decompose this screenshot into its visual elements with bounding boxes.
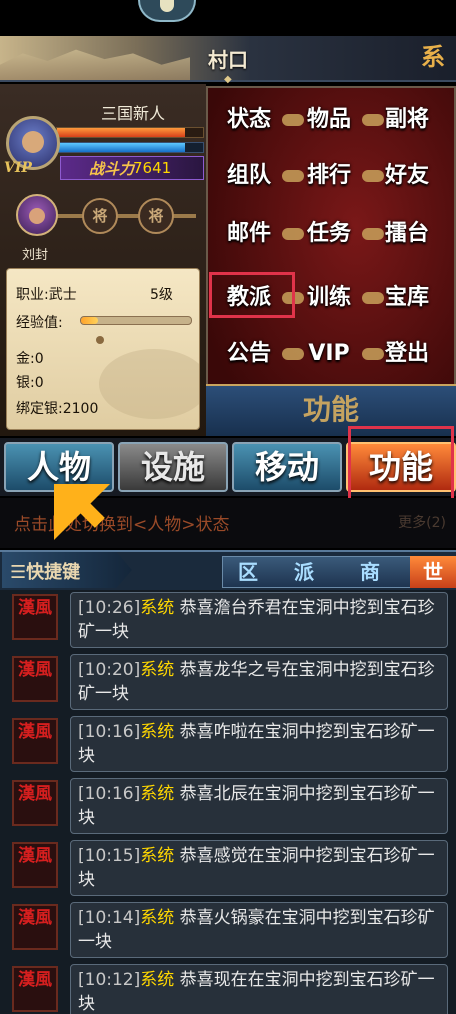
server-badge-icon: 漢風 (12, 594, 58, 640)
message-time: [10:15] (78, 846, 141, 866)
tab-move[interactable]: 移动 (232, 442, 342, 492)
general-slot-1[interactable]: 将 (82, 198, 118, 234)
shortcut-label: 快捷键 (26, 562, 81, 583)
pointer-arrow-icon (54, 484, 110, 540)
server-badge-icon: 漢風 (12, 904, 58, 950)
message-text: [10:20]系统 恭喜龙华之号在宝洞中挖到宝石珍矿一块 (78, 658, 444, 706)
function-footer-label: 功能 (302, 393, 359, 426)
server-badge-icon: 漢風 (12, 718, 58, 764)
chat-message[interactable]: 漢風 [10:20]系统 恭喜龙华之号在宝洞中挖到宝石珍矿一块 (0, 652, 456, 714)
function-button-14[interactable]: 登出 (374, 334, 440, 374)
general-slot-2[interactable]: 将 (138, 198, 174, 234)
message-channel: 系统 (140, 908, 175, 928)
function-button-5[interactable]: 好友 (374, 156, 440, 196)
chat-message[interactable]: 漢風 [10:15]系统 恭喜感觉在宝洞中挖到宝石珍矿一块 (0, 838, 456, 900)
shortcut-title[interactable]: ☰快捷键 (10, 558, 80, 584)
message-time: [10:12] (78, 970, 141, 990)
more-link[interactable]: 更多(2) (398, 512, 446, 532)
function-button-6[interactable]: 邮件 (216, 214, 282, 254)
message-text: [10:12]系统 恭喜现在在宝洞中挖到宝石珍矿一块 (78, 968, 444, 1014)
sect-highlight (209, 272, 295, 318)
server-badge-icon: 漢風 (12, 656, 58, 702)
chat-message[interactable]: 漢風 [10:16]系统 恭喜咋啦在宝洞中挖到宝石珍矿一块 (0, 714, 456, 776)
function-button-4[interactable]: 排行 (296, 156, 362, 196)
function-button-12[interactable]: 公告 (216, 334, 282, 374)
game-logo-icon (138, 0, 196, 22)
chat-message[interactable]: 漢風 [10:26]系统 恭喜澹台乔君在宝洞中挖到宝石珍矿一块 (0, 590, 456, 652)
general-avatar[interactable] (16, 194, 58, 236)
exp-label: 经验值: (16, 315, 63, 331)
message-text: [10:16]系统 恭喜咋啦在宝洞中挖到宝石珍矿一块 (78, 720, 444, 768)
hp-bar (56, 127, 204, 138)
function-tab-highlight (348, 426, 454, 508)
message-text: [10:16]系统 恭喜北辰在宝洞中挖到宝石珍矿一块 (78, 782, 444, 830)
vip-badge: VIP (4, 160, 32, 176)
chat-tab-sect[interactable]: 派 (284, 556, 324, 588)
function-button-13[interactable]: VIP (296, 334, 362, 374)
game-screen: 村口 ◆ 系 三国新人 VIP 战斗力 7641 将 将 刘封 职业:武士 5级… (0, 0, 456, 1014)
function-button-11[interactable]: 宝库 (374, 278, 440, 318)
exp-fill (81, 317, 98, 324)
bound-silver-label: 绑定银:2100 (16, 401, 99, 417)
message-channel: 系统 (140, 970, 175, 990)
combat-power-box: 战斗力 7641 (60, 156, 204, 180)
function-button-8[interactable]: 擂台 (374, 214, 440, 254)
server-badge-icon: 漢風 (12, 966, 58, 1012)
chat-tab-world[interactable]: 世 (410, 556, 456, 588)
message-channel: 系统 (140, 598, 175, 618)
message-time: [10:26] (78, 598, 141, 618)
function-button-1[interactable]: 物品 (296, 100, 362, 140)
combat-power-label: 战斗力 (89, 160, 135, 178)
message-time: [10:20] (78, 660, 141, 680)
chat-message[interactable]: 漢風 [10:12]系统 恭喜现在在宝洞中挖到宝石珍矿一块 (0, 962, 456, 1014)
chat-tab-trade[interactable]: 商 (350, 556, 390, 588)
chat-message-list[interactable]: 漢風 [10:26]系统 恭喜澹台乔君在宝洞中挖到宝石珍矿一块 漢風 [10:20]系… (0, 590, 456, 1014)
diamond-icon: ◆ (224, 74, 232, 85)
exp-bar (80, 316, 192, 325)
message-channel: 系统 (140, 722, 175, 742)
function-button-10[interactable]: 训练 (296, 278, 362, 318)
job-label: 职业:武士 (16, 287, 77, 303)
location-title: 村口 (208, 48, 248, 72)
message-text: [10:15]系统 恭喜感觉在宝洞中挖到宝石珍矿一块 (78, 844, 444, 892)
function-button-3[interactable]: 组队 (216, 156, 282, 196)
message-time: [10:16] (78, 784, 141, 804)
player-name: 三国新人 (100, 104, 165, 123)
message-time: [10:16] (78, 722, 141, 742)
combat-power-value: 7641 (133, 159, 172, 177)
message-text: [10:26]系统 恭喜澹台乔君在宝洞中挖到宝石珍矿一块 (78, 596, 444, 644)
exp-dot-icon (96, 336, 104, 344)
silver-label: 银:0 (16, 375, 44, 391)
message-channel: 系统 (140, 846, 175, 866)
chat-message[interactable]: 漢風 [10:16]系统 恭喜北辰在宝洞中挖到宝石珍矿一块 (0, 776, 456, 838)
message-channel: 系统 (140, 660, 175, 680)
system-button[interactable]: 系 (416, 40, 450, 74)
mp-fill (57, 143, 186, 152)
message-channel: 系统 (140, 784, 175, 804)
function-button-2[interactable]: 副将 (374, 100, 440, 140)
gold-label: 金:0 (16, 351, 44, 367)
message-time: [10:14] (78, 908, 141, 928)
function-button-0[interactable]: 状态 (216, 100, 282, 140)
mp-bar (56, 142, 204, 153)
hp-fill (57, 128, 186, 137)
hint-text[interactable]: 点击此处切换到<人物>状态 (14, 510, 230, 535)
message-text: [10:14]系统 恭喜火锅豪在宝洞中挖到宝石珍矿一块 (78, 906, 444, 954)
general-name: 刘封 (22, 248, 49, 263)
chat-message[interactable]: 漢風 [10:14]系统 恭喜火锅豪在宝洞中挖到宝石珍矿一块 (0, 900, 456, 962)
function-button-7[interactable]: 任务 (296, 214, 362, 254)
tab-facility[interactable]: 设施 (118, 442, 228, 492)
chat-tab-zone[interactable]: 区 (228, 556, 268, 588)
general-frame-line (56, 214, 196, 218)
server-badge-icon: 漢風 (12, 842, 58, 888)
level-label: 5级 (150, 287, 173, 303)
server-badge-icon: 漢風 (12, 780, 58, 826)
